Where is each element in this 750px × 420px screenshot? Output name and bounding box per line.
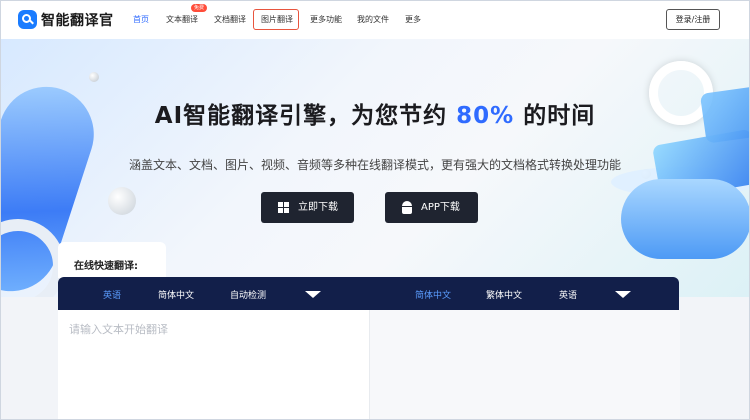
headline-text-end: 的时间 [523, 103, 596, 129]
app-download-button[interactable]: APP下载 [385, 192, 478, 223]
nav-home[interactable]: 首页 [133, 14, 149, 25]
decorative-sphere [108, 187, 136, 215]
target-lang-dropdown-icon[interactable] [615, 291, 631, 298]
target-lang-simplified-chinese[interactable]: 简体中文 [415, 288, 451, 301]
source-lang-auto-detect[interactable]: 自动检测 [230, 288, 266, 301]
nav-text-translate[interactable]: 文本翻译 [166, 14, 198, 25]
logo-icon[interactable] [18, 10, 37, 29]
source-text-placeholder: 请输入文本开始翻译 [69, 323, 168, 336]
brand-name[interactable]: 智能翻译官 [41, 10, 114, 30]
windows-icon [278, 202, 289, 213]
hero-headline: AI智能翻译引擎，为您节约 80% 的时间 [1, 96, 749, 130]
source-lang-simplified-chinese[interactable]: 简体中文 [158, 288, 194, 301]
nav-my-files[interactable]: 我的文件 [357, 14, 389, 25]
nav-doc-translate[interactable]: 文档翻译 [214, 14, 246, 25]
app-window: 智能翻译官 首页 文本翻译 免费 文档翻译 图片翻译 更多功能 我的文件 更多 … [0, 0, 750, 420]
nav-image-translate[interactable]: 图片翻译 [261, 14, 293, 25]
target-lang-traditional-chinese[interactable]: 繁体中文 [486, 288, 522, 301]
decorative-sphere [89, 72, 99, 82]
top-nav: 智能翻译官 首页 文本翻译 免费 文档翻译 图片翻译 更多功能 我的文件 更多 … [1, 1, 749, 39]
app-download-button-label: APP下载 [421, 202, 460, 213]
source-lang-english[interactable]: 英语 [103, 288, 121, 301]
nav-more-features[interactable]: 更多功能 [310, 14, 342, 25]
target-lang-english[interactable]: 英语 [559, 288, 577, 301]
download-button[interactable]: 立即下载 [261, 192, 354, 223]
nav-more[interactable]: 更多 [405, 14, 421, 25]
decorative-cloud-icon [621, 179, 749, 259]
download-button-label: 立即下载 [298, 202, 338, 213]
free-badge: 免费 [191, 4, 207, 12]
source-lang-dropdown-icon[interactable] [305, 291, 321, 298]
headline-text: AI智能翻译引擎，为您节约 [154, 103, 448, 129]
translation-output [369, 310, 680, 419]
login-button[interactable]: 登录/注册 [666, 9, 720, 30]
quick-translate-title: 在线快速翻译: [74, 261, 138, 272]
headline-highlight: 80% [456, 103, 515, 129]
language-bar: 英语 简体中文 自动检测 简体中文 繁体中文 英语 [58, 277, 679, 310]
hero-subline: 涵盖文本、文档、图片、视频、音频等多种在线翻译模式，更有强大的文档格式转换处理功… [128, 158, 621, 172]
android-icon [401, 201, 413, 214]
